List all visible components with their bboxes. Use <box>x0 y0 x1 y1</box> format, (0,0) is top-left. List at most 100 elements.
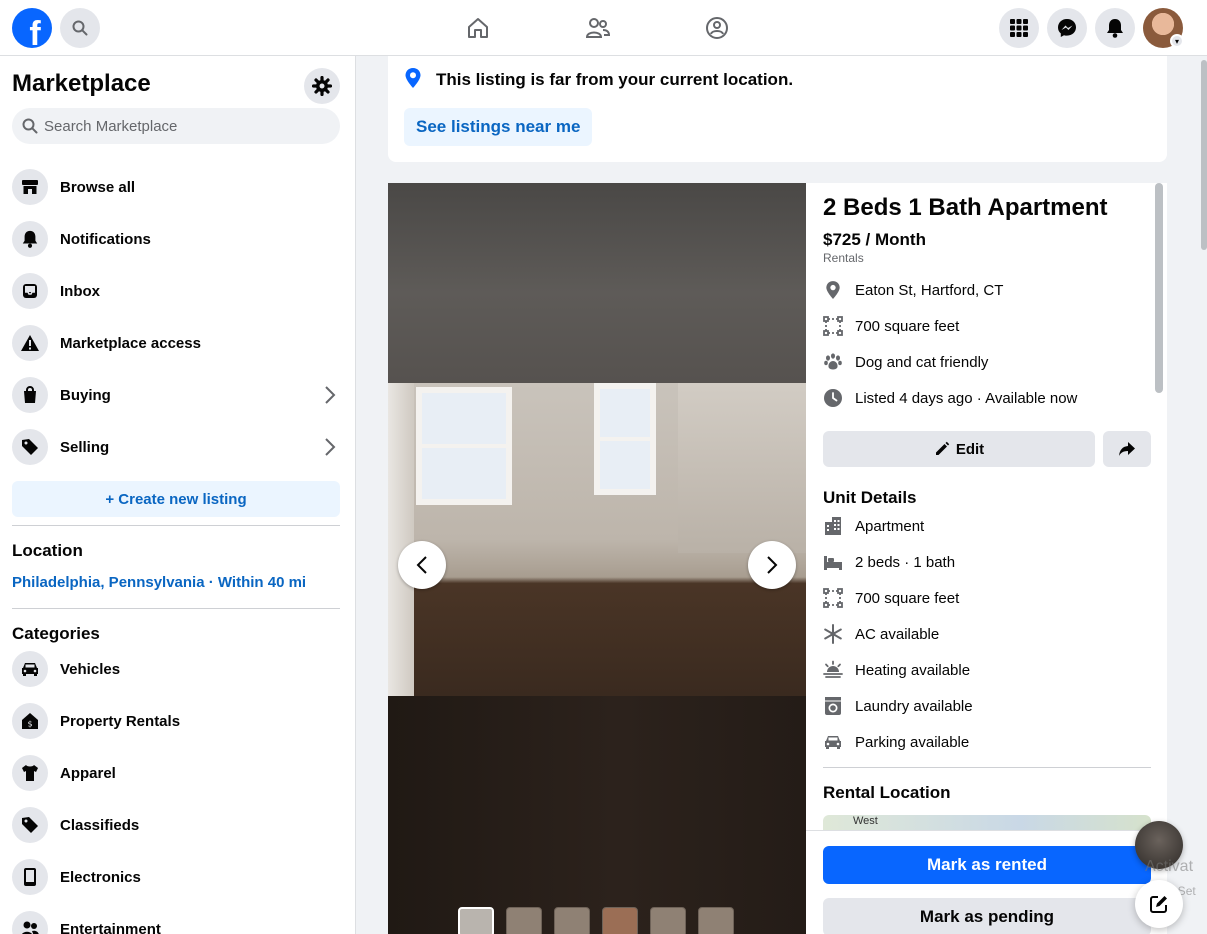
fact-text: Listed 4 days ago · Available now <box>855 389 1078 407</box>
bell-icon <box>1107 19 1123 38</box>
category-label: Apparel <box>60 764 116 782</box>
settings-button[interactable] <box>304 68 340 104</box>
inbox-icon <box>23 284 37 298</box>
category-entertainment[interactable]: Entertainment <box>12 907 340 934</box>
category-label: Property Rentals <box>60 712 181 730</box>
unit-detail-text: AC available <box>855 625 940 643</box>
door-frame <box>388 383 414 696</box>
unit-detail-area: 700 square feet <box>823 586 1153 610</box>
sidebar-item-label: Marketplace access <box>60 334 201 352</box>
room-wall-right <box>678 383 806 553</box>
window-right <box>594 383 656 495</box>
divider <box>823 767 1151 768</box>
location-filter-link[interactable]: Philadelphia, Pennsylvania · Within 40 m… <box>12 574 306 591</box>
photo-thumbnail[interactable] <box>458 907 494 934</box>
unit-details-heading: Unit Details <box>823 488 917 507</box>
page-scrollbar-thumb[interactable] <box>1201 60 1207 250</box>
home-icon <box>468 18 488 38</box>
sidebar-item-buying[interactable]: Buying <box>12 373 340 417</box>
photo-thumbnail[interactable] <box>554 907 590 934</box>
edit-listing-button[interactable]: Edit <box>823 431 1095 467</box>
create-new-listing-button[interactable]: + Create new listing <box>12 481 340 517</box>
photo-thumbnails <box>458 907 734 934</box>
car-icon <box>825 736 841 749</box>
details-scrollbar[interactable] <box>1155 183 1163 393</box>
home-tab[interactable] <box>462 12 494 44</box>
listing-action-bar: Mark as rented Mark as pending <box>806 830 1167 934</box>
warning-icon <box>21 335 39 351</box>
groups-tab[interactable] <box>701 12 733 44</box>
chevron-right-icon <box>767 556 778 574</box>
pencil-icon <box>935 441 950 455</box>
category-property-rentals[interactable]: $ Property Rentals <box>12 699 340 743</box>
gear-icon <box>312 76 332 96</box>
listing-fact-area: 700 square feet <box>823 314 1153 338</box>
share-listing-button[interactable] <box>1103 431 1151 467</box>
marketplace-search-box[interactable] <box>12 108 340 144</box>
messenger-icon <box>1058 19 1076 37</box>
previous-photo-button[interactable] <box>398 541 446 589</box>
photo-thumbnail[interactable] <box>602 907 638 934</box>
mark-as-pending-button[interactable]: Mark as pending <box>823 898 1151 934</box>
category-label: Vehicles <box>60 660 121 678</box>
shopping-bag-icon <box>24 386 36 403</box>
sidebar-item-label: Inbox <box>60 282 100 300</box>
next-photo-button[interactable] <box>748 541 796 589</box>
photo-thumbnail[interactable] <box>650 907 686 934</box>
area-icon <box>823 588 843 608</box>
storefront-icon <box>22 180 38 194</box>
photo-thumbnail[interactable] <box>506 907 542 934</box>
sidebar-item-inbox[interactable]: Inbox <box>12 269 340 313</box>
messenger-button[interactable] <box>1047 8 1087 48</box>
unit-detail-bedrooms: 2 beds · 1 bath <box>823 550 1153 574</box>
friends-tab[interactable] <box>582 12 614 44</box>
menu-button[interactable] <box>999 8 1039 48</box>
listing-photo <box>388 383 806 696</box>
washer-icon <box>825 697 841 715</box>
fact-text: Dog and cat friendly <box>855 353 989 371</box>
photo-thumbnail[interactable] <box>698 907 734 934</box>
mark-as-rented-button[interactable]: Mark as rented <box>823 846 1151 884</box>
sidebar-item-marketplace-access[interactable]: Marketplace access <box>12 321 340 365</box>
sidebar-item-browse-all[interactable]: Browse all <box>12 165 340 209</box>
category-classifieds[interactable]: Classifieds <box>12 803 340 847</box>
area-icon <box>823 316 843 336</box>
edit-label: Edit <box>955 440 985 458</box>
bed-icon <box>824 556 842 570</box>
location-heading: Location <box>12 541 83 560</box>
sidebar-item-notifications[interactable]: Notifications <box>12 217 340 261</box>
svg-text:$: $ <box>27 720 32 729</box>
location-notice-card: This listing is far from your current lo… <box>388 56 1167 162</box>
sidebar-item-selling[interactable]: Selling <box>12 425 340 469</box>
categories-heading: Categories <box>12 624 100 643</box>
facebook-logo[interactable]: f <box>12 8 52 48</box>
unit-detail-type: Apartment <box>823 514 1153 538</box>
new-message-button[interactable] <box>1135 880 1183 928</box>
fact-text: 700 square feet <box>855 317 960 335</box>
chevron-down-icon[interactable]: ▾ <box>1170 34 1184 48</box>
category-vehicles[interactable]: Vehicles <box>12 647 340 691</box>
bell-icon <box>22 230 38 248</box>
category-apparel[interactable]: Apparel <box>12 751 340 795</box>
location-pin-icon <box>405 68 421 88</box>
category-electronics[interactable]: Electronics <box>12 855 340 899</box>
notifications-button[interactable] <box>1095 8 1135 48</box>
category-label: Electronics <box>60 868 141 886</box>
grid-menu-icon <box>1010 19 1028 37</box>
people-icon <box>22 921 39 934</box>
fact-text: Eaton St, Hartford, CT <box>855 281 1004 299</box>
unit-detail-text: Heating available <box>855 661 971 679</box>
share-icon <box>1119 442 1135 456</box>
divider <box>12 608 340 609</box>
sidebar-item-label: Selling <box>60 438 110 456</box>
unit-detail-parking: Parking available <box>823 730 1153 754</box>
marketplace-search-input[interactable] <box>44 117 314 135</box>
chevron-right-icon <box>325 438 336 456</box>
photo-blurred-bottom <box>388 696 806 934</box>
see-listings-near-me-button[interactable]: See listings near me <box>404 108 593 146</box>
unit-detail-text: Laundry available <box>855 697 973 715</box>
map-label: West <box>853 815 878 827</box>
sidebar-item-label: Buying <box>60 386 111 404</box>
sidebar-item-label: Notifications <box>60 230 151 248</box>
search-button[interactable] <box>60 8 100 48</box>
